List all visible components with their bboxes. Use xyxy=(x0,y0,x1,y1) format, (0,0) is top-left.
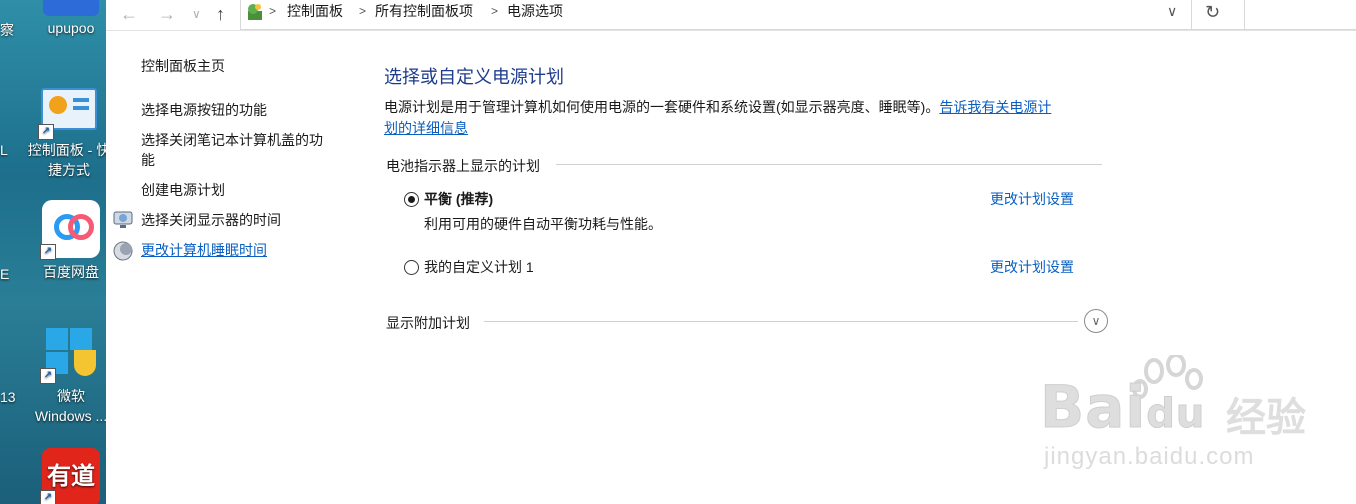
section-divider xyxy=(484,321,1078,322)
sidebar-item-label: 能 xyxy=(141,152,155,168)
battery-section-label: 电池指示器上显示的计划 xyxy=(386,158,540,174)
plan-description: 利用可用的硬件自动平衡功耗与性能。 xyxy=(424,216,662,232)
monitor-icon xyxy=(113,211,133,228)
arrow-right-icon[interactable]: → xyxy=(158,0,176,30)
description-text: 电源计划是用于管理计算机如何使用电源的一套硬件和系统设置(如显示器亮度、睡眠等)… xyxy=(384,99,940,115)
sidebar-item-sleep-time[interactable]: 更改计算机睡眠时间 xyxy=(141,240,267,260)
desktop-edge-text: 13 xyxy=(0,389,16,405)
breadcrumb-separator[interactable]: > xyxy=(491,0,498,28)
desktop-icon-label: 控制面板 - 快 xyxy=(27,142,106,158)
desktop-icon-label: Windows ... xyxy=(34,408,106,424)
breadcrumb-separator: > xyxy=(269,4,277,18)
breadcrumb-item[interactable]: 控制面板 xyxy=(287,0,343,28)
desktop-icon-label: upupoo xyxy=(47,20,95,36)
chevron-down-circle-icon[interactable]: ∨ xyxy=(1084,309,1108,333)
watermark-cn: 经验 xyxy=(1226,396,1306,440)
plan-radio-custom[interactable] xyxy=(404,260,419,275)
desktop-icon-upupoo[interactable]: upupoo xyxy=(26,0,106,38)
desktop-edge-text: 察 xyxy=(0,22,14,38)
desktop-edge-text: L xyxy=(0,142,8,158)
desktop-icon-label: 百度网盘 xyxy=(43,264,99,280)
control-panel-icon xyxy=(248,4,262,20)
address-field[interactable]: > 控制面板 > 所有控制面板项 > 电源选项 ∨ ↻ xyxy=(240,0,1356,30)
shortcut-arrow-icon: ↗ xyxy=(40,490,56,504)
sidebar-item-power-button[interactable]: 选择电源按钮的功能 xyxy=(141,100,267,120)
watermark-url: jingyan.baidu.com xyxy=(1044,443,1255,470)
arrow-left-icon[interactable]: ← xyxy=(120,0,138,30)
plan-name[interactable]: 我的自定义计划 1 xyxy=(424,257,534,277)
moon-icon xyxy=(113,241,133,261)
chevron-down-icon[interactable]: ∨ xyxy=(192,0,201,30)
baidu-jingyan-watermark: Baidu 经验 jingyan.baidu.com xyxy=(1039,355,1340,475)
desktop-icon-baidu-netdisk[interactable]: ↗ 百度网盘 xyxy=(26,200,106,282)
watermark-brand: Baidu xyxy=(1039,373,1206,442)
sidebar-item-create-plan[interactable]: 创建电源计划 xyxy=(141,180,225,200)
page-description: 电源计划是用于管理计算机如何使用电源的一套硬件和系统设置(如显示器亮度、睡眠等)… xyxy=(384,97,1114,139)
sidebar-item-lid-close[interactable]: 选择关闭笔记本计算机盖的功 能 xyxy=(141,130,323,170)
change-plan-settings-link[interactable]: 更改计划设置 xyxy=(990,189,1074,209)
refresh-icon[interactable]: ↻ xyxy=(1205,0,1220,28)
desktop-icon-label: 捷方式 xyxy=(48,162,90,178)
desktop-icon-label: 微软 xyxy=(57,388,85,404)
address-bar: ← → ∨ ↑ > 控制面板 > 所有控制面板项 > 电源选项 ∨ ↻ xyxy=(106,0,1356,31)
sidebar-item-display-off[interactable]: 选择关闭显示器的时间 xyxy=(141,210,281,230)
desktop-icon-youdao[interactable]: 有道 ↗ xyxy=(26,448,106,504)
upupoo-icon xyxy=(43,0,99,16)
shortcut-arrow-icon: ↗ xyxy=(38,124,54,140)
breadcrumb-item[interactable]: 所有控制面板项 xyxy=(375,0,473,28)
additional-plans-label[interactable]: 显示附加计划 xyxy=(386,313,470,333)
plan-name[interactable]: 平衡 (推荐) xyxy=(424,189,493,209)
breadcrumb-item[interactable]: 电源选项 xyxy=(507,0,563,28)
plan-radio-balanced[interactable] xyxy=(404,192,419,207)
desktop-icon-control-panel[interactable]: ↗ 控制面板 - 快 捷方式 xyxy=(24,88,106,180)
page-title: 选择或自定义电源计划 xyxy=(384,67,564,87)
change-plan-settings-link[interactable]: 更改计划设置 xyxy=(990,257,1074,277)
learn-more-link[interactable]: 划的详细信息 xyxy=(384,120,468,136)
arrow-up-icon[interactable]: ↑ xyxy=(216,0,225,30)
learn-more-link[interactable]: 告诉我有关电源计 xyxy=(939,99,1051,115)
chevron-down-icon[interactable]: ∨ xyxy=(1167,0,1177,28)
desktop-background: 察 L E 13 upupoo ↗ 控制面板 - 快 捷方式 ↗ 百度网盘 ↗ … xyxy=(0,0,106,504)
section-divider xyxy=(556,164,1102,165)
search-input[interactable] xyxy=(1244,0,1356,30)
desktop-icon-windows[interactable]: ↗ 微软 Windows ... xyxy=(26,324,106,426)
shortcut-arrow-icon: ↗ xyxy=(40,368,56,384)
breadcrumb-separator[interactable]: > xyxy=(359,0,366,28)
shortcut-arrow-icon: ↗ xyxy=(40,244,56,260)
sidebar-item-home[interactable]: 控制面板主页 xyxy=(141,56,225,76)
desktop-edge-text: E xyxy=(0,266,10,282)
sidebar-item-label: 选择关闭笔记本计算机盖的功 xyxy=(141,132,323,148)
